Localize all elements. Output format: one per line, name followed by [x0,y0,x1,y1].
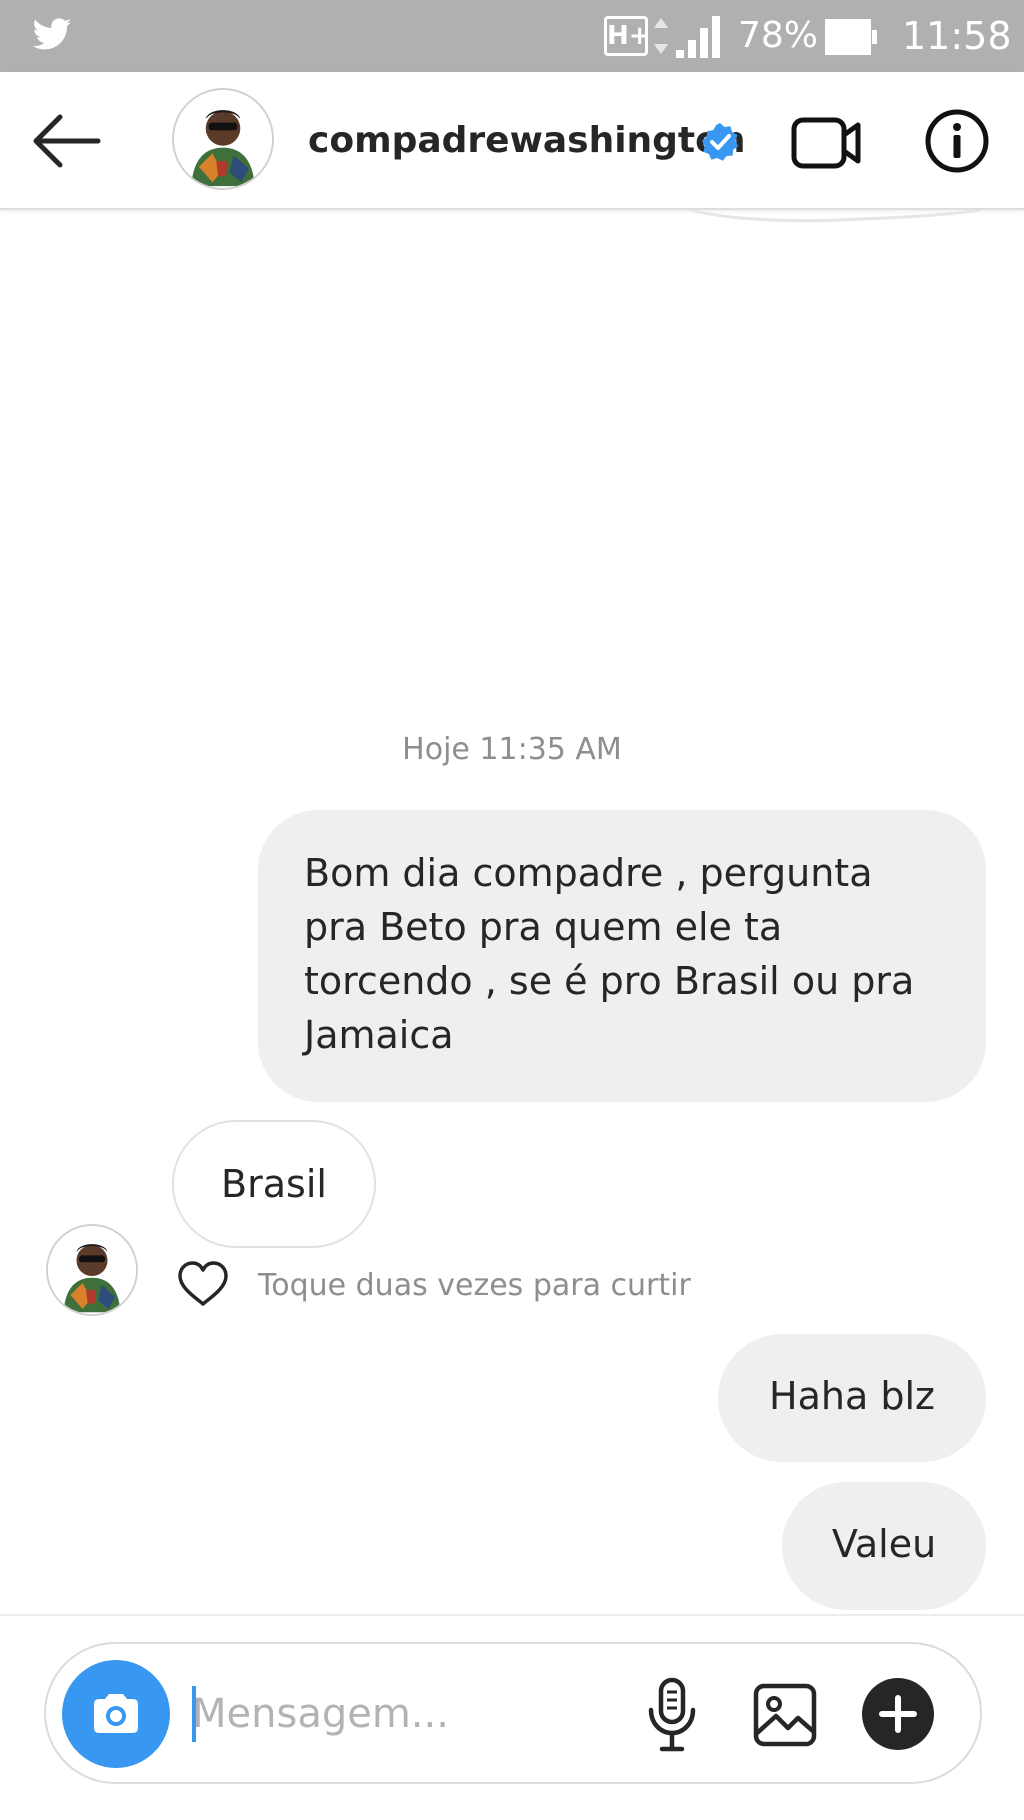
conversation-username[interactable]: compadrewashington [308,116,746,166]
chat-header: compadrewashington [0,72,1024,210]
text-cursor [192,1686,196,1742]
incoming-message[interactable]: Brasil [172,1120,376,1248]
profile-photo [174,90,272,188]
info-icon[interactable] [924,108,990,174]
image-gallery-icon[interactable] [752,1682,818,1748]
signal-icon [676,16,720,58]
shared-post-edge [690,210,980,223]
clock: 11:58 [902,14,1012,58]
sender-avatar[interactable] [46,1224,138,1316]
message-timestamp: Hoje 11:35 AM [402,732,622,767]
network-type: H+ [604,16,651,56]
video-camera-icon[interactable] [790,112,862,174]
battery-percentage: 78% [738,15,819,56]
double-tap-hint: Toque duas vezes para curtir [258,1268,691,1303]
composer-divider [0,1614,1024,1616]
profile-photo [48,1226,136,1314]
outgoing-message[interactable]: Bom dia compadre , pergunta pra Beto pra… [258,810,986,1102]
heart-outline-icon[interactable] [176,1260,230,1308]
twitter-icon [32,18,72,50]
outgoing-message[interactable]: Haha blz [718,1334,986,1462]
message-composer [44,1642,982,1784]
status-bar: H+ 78% 11:58 [0,0,1024,72]
data-arrows-icon [654,18,668,54]
battery-icon [825,19,877,55]
avatar[interactable] [172,88,274,190]
verified-badge-icon [702,123,739,161]
outgoing-message[interactable]: Valeu [782,1482,986,1610]
add-button[interactable] [862,1678,934,1750]
microphone-icon[interactable] [642,1676,702,1754]
plus-circle-icon [879,1695,917,1733]
message-input[interactable] [192,1674,662,1754]
camera-button[interactable] [62,1660,170,1768]
arrow-left-icon[interactable] [28,108,104,174]
camera-icon [94,1694,138,1733]
